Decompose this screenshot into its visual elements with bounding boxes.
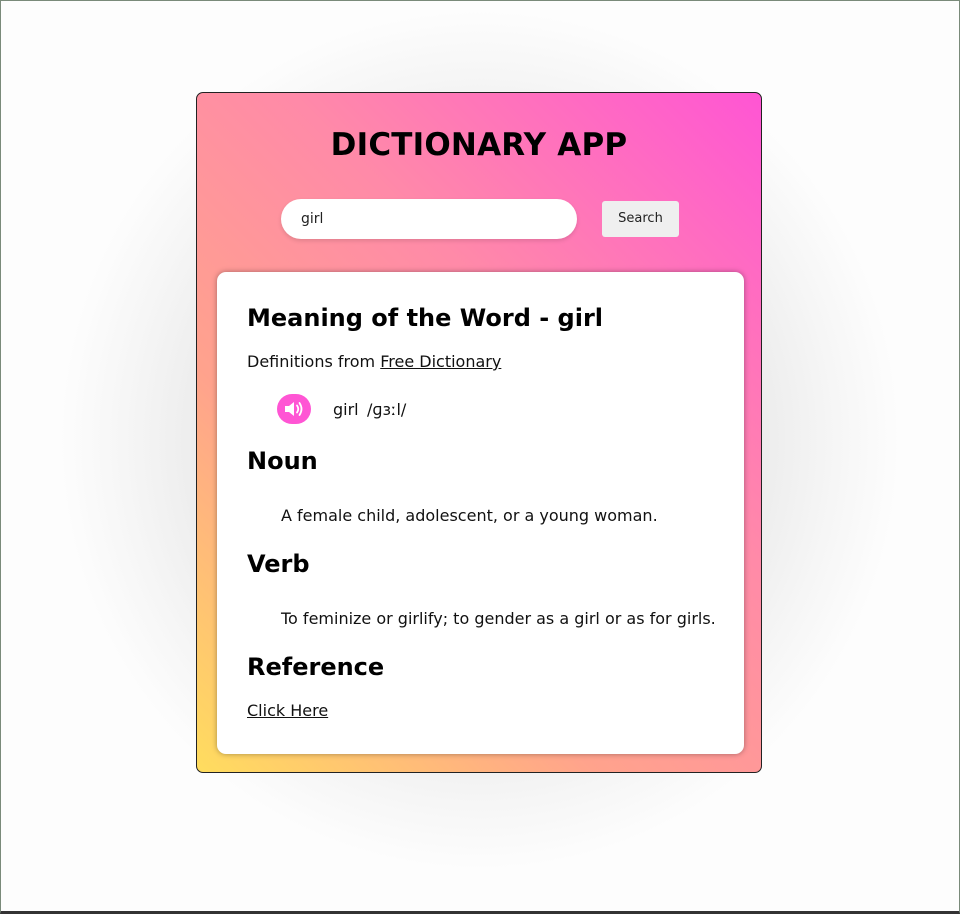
phonetic-text: /ɡɜːl/ <box>367 400 407 419</box>
meaning-heading: Meaning of the Word - girl <box>247 304 604 332</box>
source-line: Definitions from Free Dictionary <box>247 352 501 371</box>
part-of-speech-noun: Noun <box>247 447 318 475</box>
search-input[interactable] <box>281 199 577 239</box>
app-title: DICTIONARY APP <box>330 127 628 163</box>
dictionary-app-container: DICTIONARY APP Search Meaning of the Wor… <box>196 92 762 773</box>
result-card: Meaning of the Word - girl Definitions f… <box>217 272 744 754</box>
free-dictionary-link[interactable]: Free Dictionary <box>380 352 501 371</box>
speaker-icon <box>285 402 303 416</box>
reference-heading: Reference <box>247 653 385 681</box>
definition-verb: To feminize or girlify; to gender as a g… <box>281 609 716 628</box>
phonetic-word: girl <box>333 400 359 419</box>
search-button[interactable]: Search <box>602 201 679 237</box>
source-prefix: Definitions from <box>247 352 376 371</box>
part-of-speech-verb: Verb <box>247 550 310 578</box>
play-audio-button[interactable] <box>277 394 311 424</box>
definition-noun: A female child, adolescent, or a young w… <box>281 506 658 525</box>
reference-link[interactable]: Click Here <box>247 701 328 720</box>
